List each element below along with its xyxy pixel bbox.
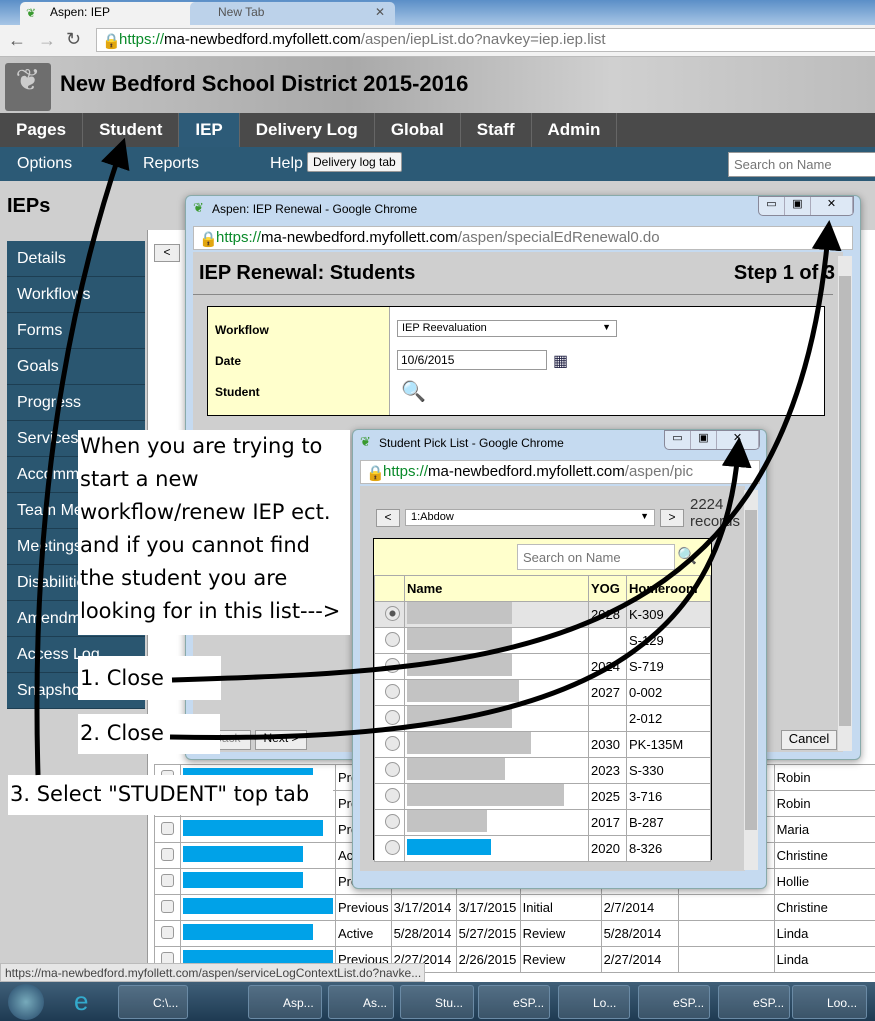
annotation-arrows bbox=[34, 137, 842, 776]
taskbar-item[interactable]: eSP... bbox=[478, 985, 550, 1019]
taskbar: e C:\... Asp... As... Stu... eSP... Lo... eSP.… bbox=[0, 982, 875, 1021]
ie-icon[interactable]: e bbox=[74, 986, 88, 1017]
taskbar-item[interactable]: Loo... bbox=[792, 985, 867, 1019]
status-bar-url: https://ma-newbedford.myfollett.com/aspe… bbox=[0, 963, 425, 982]
taskbar-item[interactable]: Stu... bbox=[400, 985, 474, 1019]
taskbar-item[interactable]: Lo... bbox=[558, 985, 630, 1019]
start-button[interactable] bbox=[8, 984, 44, 1020]
arrow-to-picklist-close bbox=[169, 437, 752, 740]
taskbar-item[interactable]: eSP... bbox=[638, 985, 710, 1019]
arrow-to-student-tab bbox=[34, 137, 130, 776]
arrow-to-renewal-close bbox=[171, 220, 842, 683]
taskbar-item[interactable]: Asp... bbox=[248, 985, 322, 1019]
taskbar-item[interactable]: As... bbox=[328, 985, 394, 1019]
taskbar-item[interactable]: eSP... bbox=[718, 985, 790, 1019]
taskbar-item[interactable]: C:\... bbox=[118, 985, 188, 1019]
